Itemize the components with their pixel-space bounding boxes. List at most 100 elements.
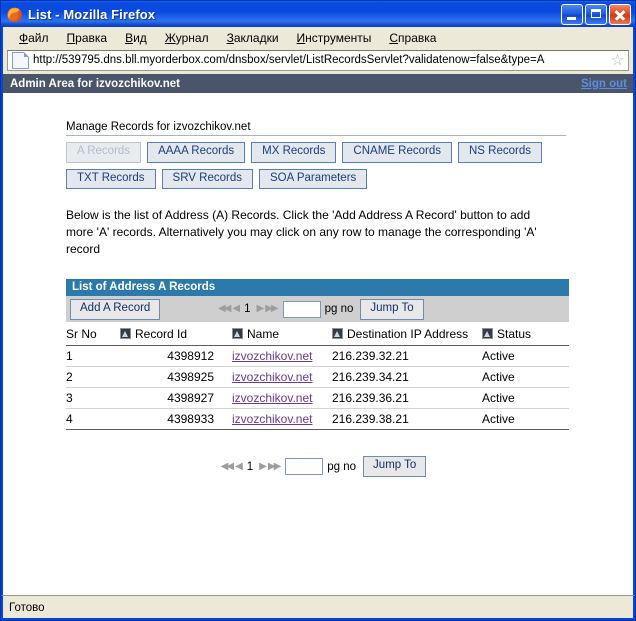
menu-history[interactable]: Журнал: [156, 29, 218, 47]
record-name-link[interactable]: izvozchikov.net: [232, 349, 312, 363]
instructions-text: Below is the list of Address (A) Records…: [66, 208, 537, 256]
records-table-body: 1 4398912 izvozchikov.net 216.239.32.21 …: [66, 345, 569, 431]
cell-destination-ip: 216.239.32.21: [332, 345, 482, 368]
sort-status-icon[interactable]: [482, 328, 493, 340]
pg-no-label: pg no: [327, 460, 357, 473]
record-name-link[interactable]: izvozchikov.net: [232, 391, 312, 405]
window-title-document: List: [28, 6, 52, 22]
cell-sr-no: 1: [66, 345, 120, 368]
menu-history-accel: Ж: [164, 31, 176, 45]
status-bar: Готово: [1, 598, 635, 620]
maximize-button[interactable]: [585, 3, 607, 25]
jump-to-button-bottom[interactable]: Jump To: [363, 456, 427, 477]
table-row[interactable]: 3 4398927 izvozchikov.net 216.239.36.21 …: [66, 387, 569, 410]
record-type-ns-button[interactable]: NS Records: [457, 142, 542, 163]
cell-record-id: 4398912: [120, 345, 232, 368]
records-table-head: Sr No Record Id Name Destination IP Addr…: [66, 322, 569, 347]
top-pagination: ◀◀ ◀ 1 ▶ ▶▶ pg no Jump To: [218, 299, 424, 320]
cell-destination-ip: 216.239.36.21: [332, 387, 482, 410]
cell-name: izvozchikov.net: [232, 366, 332, 389]
pg-no-label: pg no: [324, 303, 354, 316]
next-page-icon[interactable]: ▶: [257, 304, 265, 314]
cell-destination-ip: 216.239.34.21: [332, 366, 482, 389]
menu-bookmarks-accel: З: [226, 31, 234, 45]
cell-name: izvozchikov.net: [232, 408, 332, 431]
page-number-input[interactable]: [285, 458, 324, 476]
table-row[interactable]: 1 4398912 izvozchikov.net 216.239.32.21 …: [66, 345, 569, 368]
menu-bookmarks[interactable]: Закладки: [218, 29, 288, 47]
navigation-toolbar: http://539795.dns.bll.myorderbox.com/dns…: [3, 49, 633, 74]
menu-view[interactable]: Вид: [116, 29, 156, 47]
records-table: Sr No Record Id Name Destination IP Addr…: [66, 322, 569, 431]
record-type-mx-button[interactable]: MX Records: [251, 142, 337, 163]
record-type-soa-button[interactable]: SOA Parameters: [259, 168, 368, 189]
table-row[interactable]: 4 4398933 izvozchikov.net 216.239.38.21 …: [66, 408, 569, 431]
maximize-icon: [591, 8, 601, 18]
admin-area-label: Admin Area for izvozchikov.net: [10, 77, 180, 90]
menu-help[interactable]: Справка: [380, 29, 445, 47]
sign-out-link[interactable]: Sign out: [581, 78, 627, 90]
cell-destination-ip: 216.239.38.21: [332, 408, 482, 431]
menu-tools[interactable]: Инструменты: [288, 29, 381, 47]
record-type-button-row: A Records AAAA Records MX Records CNAME …: [66, 142, 576, 189]
column-header-status: Status: [482, 322, 569, 347]
page-viewport: Admin Area for izvozchikov.net Sign out …: [1, 74, 635, 595]
records-panel-toolbar: Add A Record ◀◀ ◀ 1 ▶ ▶▶ pg no Jump To: [66, 296, 569, 323]
minimize-button[interactable]: [561, 3, 583, 25]
next-page-icon[interactable]: ▶: [259, 461, 267, 472]
close-button[interactable]: [609, 3, 631, 25]
menu-edit-accel: П: [66, 31, 76, 45]
cell-status: Active: [482, 345, 569, 368]
sort-destination-ip-icon[interactable]: [332, 328, 343, 340]
prev-page-icon[interactable]: ◀: [235, 461, 243, 472]
record-type-srv-button[interactable]: SRV Records: [161, 168, 253, 189]
page-number-input[interactable]: [282, 300, 321, 318]
minimize-icon: [567, 16, 576, 20]
first-page-icon[interactable]: ◀◀: [218, 304, 231, 314]
jump-to-button-top[interactable]: Jump To: [360, 299, 424, 320]
status-text: Готово: [9, 602, 45, 614]
cell-sr-no: 4: [66, 408, 120, 431]
cell-sr-no: 3: [66, 387, 120, 410]
column-header-destination-ip: Destination IP Address: [332, 322, 482, 347]
manage-records-heading: Manage Records for izvozchikov.net: [66, 121, 566, 136]
bookmark-star-icon[interactable]: ☆: [609, 53, 626, 68]
records-panel-header: List of Address A Records: [66, 279, 569, 297]
menu-help-accel: С: [389, 31, 399, 45]
current-page-number: 1: [244, 303, 251, 316]
browser-chrome: Файл Правка Вид Журнал Закладки Инструме…: [1, 27, 635, 74]
sort-name-icon[interactable]: [232, 328, 243, 340]
last-page-icon[interactable]: ▶▶: [268, 461, 281, 472]
menu-bar: Файл Правка Вид Журнал Закладки Инструме…: [3, 27, 633, 49]
cell-status: Active: [482, 366, 569, 389]
firefox-icon: [6, 6, 23, 23]
cell-record-id: 4398925: [120, 366, 232, 389]
last-page-icon[interactable]: ▶▶: [265, 304, 278, 314]
record-type-aaaa-button[interactable]: AAAA Records: [147, 142, 246, 163]
cell-record-id: 4398927: [120, 387, 232, 410]
cell-sr-no: 2: [66, 366, 120, 389]
prev-page-icon[interactable]: ◀: [232, 304, 240, 314]
record-type-a-button: A Records: [66, 142, 142, 163]
cell-name: izvozchikov.net: [232, 387, 332, 410]
current-page-number: 1: [246, 460, 254, 473]
menu-file[interactable]: Файл: [10, 29, 58, 47]
browser-window: List - Mozilla Firefox Файл Правка Вид Ж…: [0, 0, 636, 621]
record-type-cname-button[interactable]: CNAME Records: [342, 142, 452, 163]
url-input[interactable]: http://539795.dns.bll.myorderbox.com/dns…: [33, 54, 609, 66]
address-bar[interactable]: http://539795.dns.bll.myorderbox.com/dns…: [7, 49, 629, 71]
first-page-icon[interactable]: ◀◀: [221, 461, 234, 472]
column-header-sr-no: Sr No: [66, 322, 120, 347]
page-document-icon: [12, 51, 29, 69]
sort-record-id-icon[interactable]: [120, 328, 131, 340]
record-name-link[interactable]: izvozchikov.net: [232, 370, 312, 384]
table-row[interactable]: 2 4398925 izvozchikov.net 216.239.34.21 …: [66, 366, 569, 389]
menu-tools-accel: И: [296, 31, 306, 45]
add-a-record-button[interactable]: Add A Record: [70, 299, 161, 320]
menu-edit[interactable]: Правка: [58, 29, 117, 47]
title-bar: List - Mozilla Firefox: [1, 1, 635, 27]
record-name-link[interactable]: izvozchikov.net: [232, 412, 312, 426]
record-type-txt-button[interactable]: TXT Records: [66, 168, 156, 189]
bottom-pagination: ◀◀ ◀ 1 ▶ ▶▶ pg no Jump To: [66, 456, 569, 477]
window-title: List - Mozilla Firefox: [28, 7, 561, 22]
